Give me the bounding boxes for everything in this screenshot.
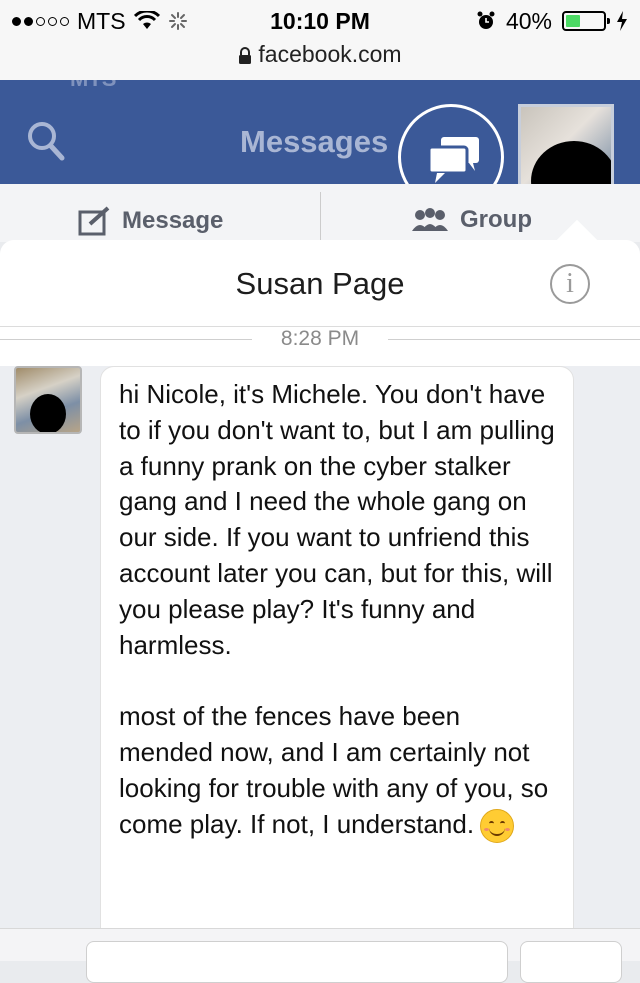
divider <box>320 192 321 242</box>
contact-name[interactable]: Susan Page <box>0 266 640 302</box>
conversation-popover: Susan Page i 8:28 PM hi Nicole, it's Mic… <box>0 240 640 960</box>
group-label: Group <box>460 206 532 233</box>
charging-bolt-icon <box>617 11 627 31</box>
compose-bar: Message Group <box>0 184 640 242</box>
message-bubble: hi Nicole, it's Michele. You don't have … <box>100 366 574 960</box>
send-button[interactable] <box>520 941 622 983</box>
carrier-name: MTS <box>77 8 126 34</box>
signal-strength-icon <box>12 16 69 26</box>
search-icon[interactable] <box>26 120 66 162</box>
loading-spinner-icon <box>168 12 187 30</box>
new-message-button[interactable]: Message <box>78 206 223 236</box>
battery-status: 40% <box>476 6 628 36</box>
message-timestamp: 8:28 PM <box>280 327 360 350</box>
message-label: Message <box>122 207 224 234</box>
url-text: facebook.com <box>258 41 402 67</box>
reply-bar <box>0 928 640 983</box>
address-bar[interactable]: facebook.com <box>0 40 640 68</box>
reply-input[interactable] <box>86 941 508 983</box>
compose-icon <box>78 206 110 236</box>
timestamp-divider: 8:28 PM <box>0 328 640 352</box>
redaction-mark <box>30 394 66 432</box>
battery-icon <box>562 11 610 31</box>
messages-title: Messages <box>240 124 389 159</box>
lock-icon <box>239 46 252 64</box>
alarm-icon <box>477 11 495 29</box>
message-thread: hi Nicole, it's Michele. You don't have … <box>0 366 640 960</box>
group-icon <box>412 208 448 231</box>
conversation-header: Susan Page i <box>0 240 640 327</box>
carrier-signal: MTS <box>12 6 188 36</box>
message-text-1: hi Nicole, it's Michele. You don't have … <box>119 379 555 660</box>
battery-percent: 40% <box>505 8 552 34</box>
info-icon[interactable]: i <box>550 264 590 304</box>
wifi-icon <box>133 11 160 29</box>
new-group-button[interactable]: Group <box>410 206 532 234</box>
ios-status-bar: MTS 10:10 PM 40% facebook.com <box>0 0 640 81</box>
sender-avatar[interactable] <box>14 366 82 434</box>
screenshot-ghost-status: MTS <box>0 80 640 91</box>
smiling-face-emoji-icon <box>480 808 515 843</box>
message-text-2-wrap: most of the fences have been mended now,… <box>119 699 559 843</box>
